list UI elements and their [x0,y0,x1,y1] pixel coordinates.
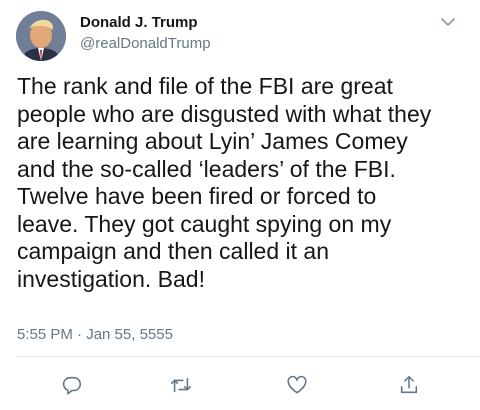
share-button[interactable] [394,370,424,400]
divider [17,356,480,357]
retweet-icon [171,377,191,393]
like-button[interactable] [282,370,312,400]
tweet-card: Donald J. Trump @realDonaldTrump The ran… [0,0,480,410]
user-handle[interactable]: @realDonaldTrump [80,35,211,53]
reply-icon [62,376,82,395]
avatar[interactable] [16,11,66,61]
share-icon [400,375,418,394]
heart-icon [287,375,307,394]
retweet-button[interactable] [166,370,196,400]
tweet-text: The rank and file of the FBI are great p… [17,73,432,292]
avatar-image [16,11,66,61]
chevron-down-icon[interactable] [438,14,458,30]
action-bar [0,370,480,400]
display-name[interactable]: Donald J. Trump [80,14,198,32]
timestamp[interactable]: 5:55 PM · Jan 55, 5555 [17,326,173,344]
reply-button[interactable] [57,370,87,400]
